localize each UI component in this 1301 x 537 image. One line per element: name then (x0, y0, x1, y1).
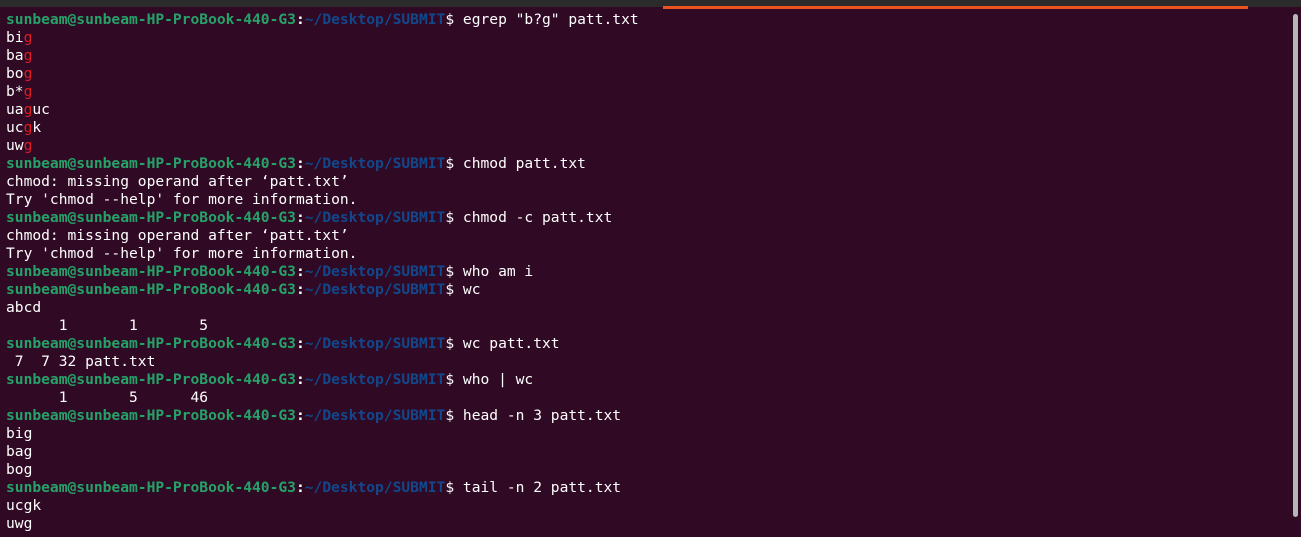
grep-match-line: bag (6, 47, 1287, 65)
prompt-user-host: sunbeam@sunbeam-HP-ProBook-440-G3 (6, 11, 296, 28)
active-tab-indicator (663, 6, 1248, 9)
command-text: chmod patt.txt (462, 155, 586, 172)
prompt-dollar: $ (445, 407, 463, 424)
match-text: k (32, 119, 42, 136)
prompt-user-host: sunbeam@sunbeam-HP-ProBook-440-G3 (6, 209, 296, 226)
match-highlight: g (23, 83, 33, 100)
match-text: b* (6, 83, 24, 100)
prompt-line: sunbeam@sunbeam-HP-ProBook-440-G3:~/Desk… (6, 335, 1287, 353)
prompt-dollar: $ (445, 335, 463, 352)
prompt-user-host: sunbeam@sunbeam-HP-ProBook-440-G3 (6, 335, 296, 352)
output-line: 1 5 46 (6, 389, 209, 406)
match-text: uc (6, 119, 24, 136)
prompt-line: sunbeam@sunbeam-HP-ProBook-440-G3:~/Desk… (6, 281, 1287, 299)
command-text: wc (462, 281, 481, 298)
prompt-line: sunbeam@sunbeam-HP-ProBook-440-G3:~/Desk… (6, 11, 1287, 29)
output-line: Try 'chmod --help' for more information. (6, 191, 358, 208)
prompt-colon: : (295, 335, 305, 352)
match-text: uw (6, 137, 24, 154)
prompt-path: ~/Desktop/SUBMIT (304, 479, 446, 496)
output-line: 7 7 32 patt.txt (6, 353, 156, 370)
output-line: bag (6, 443, 33, 460)
output-line: big (6, 425, 33, 442)
prompt-line: sunbeam@sunbeam-HP-ProBook-440-G3:~/Desk… (6, 155, 1287, 173)
prompt-user-host: sunbeam@sunbeam-HP-ProBook-440-G3 (6, 479, 296, 496)
prompt-dollar: $ (445, 263, 463, 280)
output-line: ucgk (6, 497, 42, 514)
prompt-user-host: sunbeam@sunbeam-HP-ProBook-440-G3 (6, 155, 296, 172)
grep-match-line: uwg (6, 137, 1287, 155)
prompt-dollar: $ (445, 371, 463, 388)
prompt-colon: : (295, 209, 305, 226)
prompt-path: ~/Desktop/SUBMIT (304, 263, 446, 280)
prompt-line: sunbeam@sunbeam-HP-ProBook-440-G3:~/Desk… (6, 371, 1287, 389)
grep-match-line: b*g (6, 83, 1287, 101)
prompt-dollar: $ (445, 155, 463, 172)
prompt-user-host: sunbeam@sunbeam-HP-ProBook-440-G3 (6, 263, 296, 280)
command-text: wc patt.txt (462, 335, 560, 352)
prompt-colon: : (295, 155, 305, 172)
match-text: bo (6, 65, 24, 82)
prompt-dollar: $ (445, 11, 463, 28)
prompt-path: ~/Desktop/SUBMIT (304, 371, 446, 388)
command-text: head -n 3 patt.txt (462, 407, 622, 424)
prompt-path: ~/Desktop/SUBMIT (304, 155, 446, 172)
command-text: egrep "b?g" patt.txt (462, 11, 639, 28)
prompt-line: sunbeam@sunbeam-HP-ProBook-440-G3:~/Desk… (6, 263, 1287, 281)
command-text: tail -n 2 patt.txt (462, 479, 622, 496)
grep-match-line: big (6, 29, 1287, 47)
output-line: uwg (6, 515, 33, 532)
prompt-line: sunbeam@sunbeam-HP-ProBook-440-G3:~/Desk… (6, 407, 1287, 425)
prompt-path: ~/Desktop/SUBMIT (304, 209, 446, 226)
output-line: 1 1 5 (6, 317, 209, 334)
output-line: abcd (6, 299, 42, 316)
prompt-user-host: sunbeam@sunbeam-HP-ProBook-440-G3 (6, 281, 296, 298)
prompt-colon: : (295, 371, 305, 388)
prompt-colon: : (295, 281, 305, 298)
prompt-colon: : (295, 263, 305, 280)
prompt-line: sunbeam@sunbeam-HP-ProBook-440-G3:~/Desk… (6, 209, 1287, 227)
prompt-colon: : (295, 407, 305, 424)
output-line: chmod: missing operand after ‘patt.txt’ (6, 173, 349, 190)
match-text: ua (6, 101, 24, 118)
match-text: ba (6, 47, 24, 64)
scrollbar[interactable] (1293, 14, 1298, 517)
prompt-user-host: sunbeam@sunbeam-HP-ProBook-440-G3 (6, 407, 296, 424)
command-text: chmod -c patt.txt (462, 209, 613, 226)
grep-match-line: bog (6, 65, 1287, 83)
prompt-colon: : (295, 11, 305, 28)
command-text: who | wc (462, 371, 534, 388)
match-highlight: g (23, 29, 33, 46)
output-line: chmod: missing operand after ‘patt.txt’ (6, 227, 349, 244)
prompt-user-host: sunbeam@sunbeam-HP-ProBook-440-G3 (6, 371, 296, 388)
prompt-dollar: $ (445, 209, 463, 226)
match-highlight: g (23, 47, 33, 64)
match-text: bi (6, 29, 24, 46)
grep-match-line: ucgk (6, 119, 1287, 137)
prompt-line: sunbeam@sunbeam-HP-ProBook-440-G3:~/Desk… (6, 479, 1287, 497)
prompt-path: ~/Desktop/SUBMIT (304, 11, 446, 28)
command-text: who am i (462, 263, 534, 280)
match-highlight: g (23, 137, 33, 154)
output-line: bog (6, 461, 33, 478)
prompt-path: ~/Desktop/SUBMIT (304, 407, 446, 424)
terminal-window[interactable]: sunbeam@sunbeam-HP-ProBook-440-G3:~/Desk… (0, 0, 1301, 537)
prompt-colon: : (295, 479, 305, 496)
prompt-dollar: $ (445, 281, 463, 298)
match-text: uc (32, 101, 50, 118)
prompt-dollar: $ (445, 479, 463, 496)
grep-match-line: uaguc (6, 101, 1287, 119)
match-highlight: g (23, 65, 33, 82)
prompt-path: ~/Desktop/SUBMIT (304, 281, 446, 298)
terminal-output[interactable]: sunbeam@sunbeam-HP-ProBook-440-G3:~/Desk… (6, 11, 1287, 533)
output-line: Try 'chmod --help' for more information. (6, 245, 358, 262)
prompt-path: ~/Desktop/SUBMIT (304, 335, 446, 352)
